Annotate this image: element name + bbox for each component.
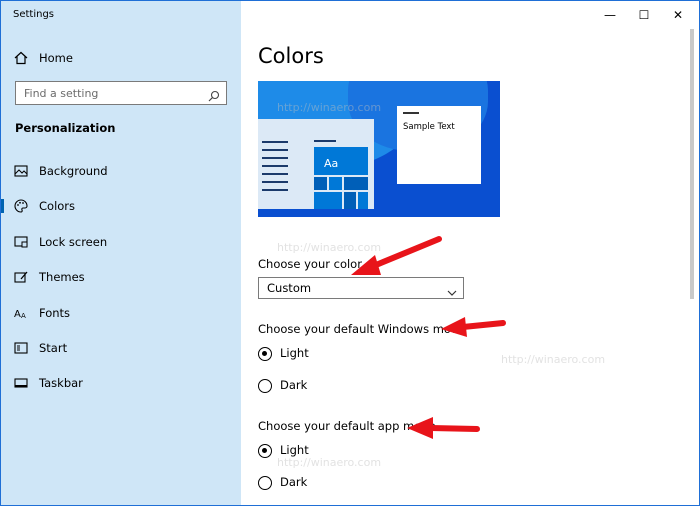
chevron-down-icon bbox=[447, 283, 457, 296]
watermark: http://winaero.com bbox=[501, 353, 606, 366]
sidebar-item-background[interactable]: Background bbox=[1, 156, 241, 186]
radio-label: Light bbox=[280, 346, 309, 360]
sidebar-item-label: Colors bbox=[39, 199, 76, 213]
sidebar-item-label: Lock screen bbox=[39, 235, 108, 249]
radio-circle bbox=[258, 379, 272, 393]
preview-tile bbox=[314, 177, 327, 190]
windows-mode-light-radio[interactable]: Light bbox=[258, 345, 378, 363]
radio-label: Dark bbox=[280, 475, 308, 489]
radio-label: Light bbox=[280, 443, 309, 457]
start-icon bbox=[13, 340, 29, 356]
preview-sample-text: Sample Text bbox=[403, 122, 455, 132]
radio-selected-dot bbox=[262, 448, 267, 453]
sidebar-item-fonts[interactable]: AA Fonts bbox=[1, 298, 241, 328]
palette-icon bbox=[13, 198, 29, 214]
annotation-arrow bbox=[407, 417, 480, 439]
active-indicator bbox=[1, 199, 4, 213]
annotation-arrow bbox=[441, 317, 506, 337]
app-mode-light-radio[interactable]: Light bbox=[258, 442, 378, 460]
close-button[interactable]: ✕ bbox=[663, 1, 693, 29]
search-placeholder: Find a setting bbox=[24, 87, 99, 100]
sidebar-item-lock-screen[interactable]: Lock screen bbox=[1, 227, 241, 257]
maximize-button[interactable]: ☐ bbox=[629, 1, 659, 29]
search-icon bbox=[208, 87, 220, 102]
picture-icon bbox=[13, 163, 29, 179]
preview-window: Sample Text bbox=[397, 106, 481, 184]
search-input[interactable]: Find a setting bbox=[15, 81, 227, 105]
windows-mode-label: Choose your default Windows mode bbox=[258, 322, 466, 336]
font-icon: AA bbox=[13, 305, 29, 321]
preview-taskbar bbox=[258, 209, 500, 217]
preview-start-heading bbox=[314, 140, 336, 142]
preview-tile bbox=[314, 192, 342, 209]
preview-window-bar bbox=[403, 112, 419, 114]
sidebar-item-taskbar[interactable]: Taskbar bbox=[1, 368, 241, 398]
preview-tile bbox=[344, 192, 356, 209]
dropdown-value: Custom bbox=[267, 281, 312, 295]
preview-tile bbox=[358, 192, 368, 209]
sidebar-item-colors[interactable]: Colors bbox=[1, 191, 241, 221]
minimize-button[interactable]: — bbox=[595, 1, 625, 29]
app-mode-dark-radio[interactable]: Dark bbox=[258, 474, 378, 492]
app-title: Settings bbox=[13, 9, 55, 20]
preview-tile bbox=[329, 177, 342, 190]
windows-mode-dark-radio[interactable]: Dark bbox=[258, 377, 378, 395]
radio-circle bbox=[258, 444, 272, 458]
page-title: Colors bbox=[258, 44, 324, 68]
preview-tile-large bbox=[314, 147, 368, 175]
color-preview: Aa Sample Text bbox=[258, 81, 500, 217]
sidebar-item-label: Background bbox=[39, 164, 108, 178]
preview-start-list bbox=[262, 141, 288, 197]
sidebar-item-label: Taskbar bbox=[39, 376, 83, 390]
radio-label: Dark bbox=[280, 378, 308, 392]
radio-circle bbox=[258, 476, 272, 490]
lock-screen-icon bbox=[13, 234, 29, 250]
section-title: Personalization bbox=[15, 121, 116, 135]
sidebar-item-start[interactable]: Start bbox=[1, 333, 241, 363]
svg-text:A: A bbox=[21, 312, 26, 320]
radio-selected-dot bbox=[262, 351, 267, 356]
radio-circle bbox=[258, 347, 272, 361]
svg-text:A: A bbox=[14, 309, 21, 320]
sidebar-item-label: Start bbox=[39, 341, 68, 355]
nav-home[interactable]: Home bbox=[1, 43, 241, 73]
sidebar-item-themes[interactable]: Themes bbox=[1, 262, 241, 292]
sidebar: Settings Home Find a setting Personaliza… bbox=[1, 1, 241, 505]
sidebar-item-label: Themes bbox=[39, 270, 85, 284]
taskbar-icon bbox=[13, 375, 29, 391]
brush-icon bbox=[13, 269, 29, 285]
home-icon bbox=[13, 50, 29, 66]
scrollbar[interactable] bbox=[690, 29, 694, 299]
settings-window: Settings Home Find a setting Personaliza… bbox=[0, 0, 700, 506]
annotation-arrow bbox=[351, 236, 442, 275]
preview-tile-text: Aa bbox=[324, 157, 339, 170]
nav-home-label: Home bbox=[39, 51, 73, 65]
sidebar-item-label: Fonts bbox=[39, 306, 71, 320]
preview-tile bbox=[344, 177, 368, 190]
